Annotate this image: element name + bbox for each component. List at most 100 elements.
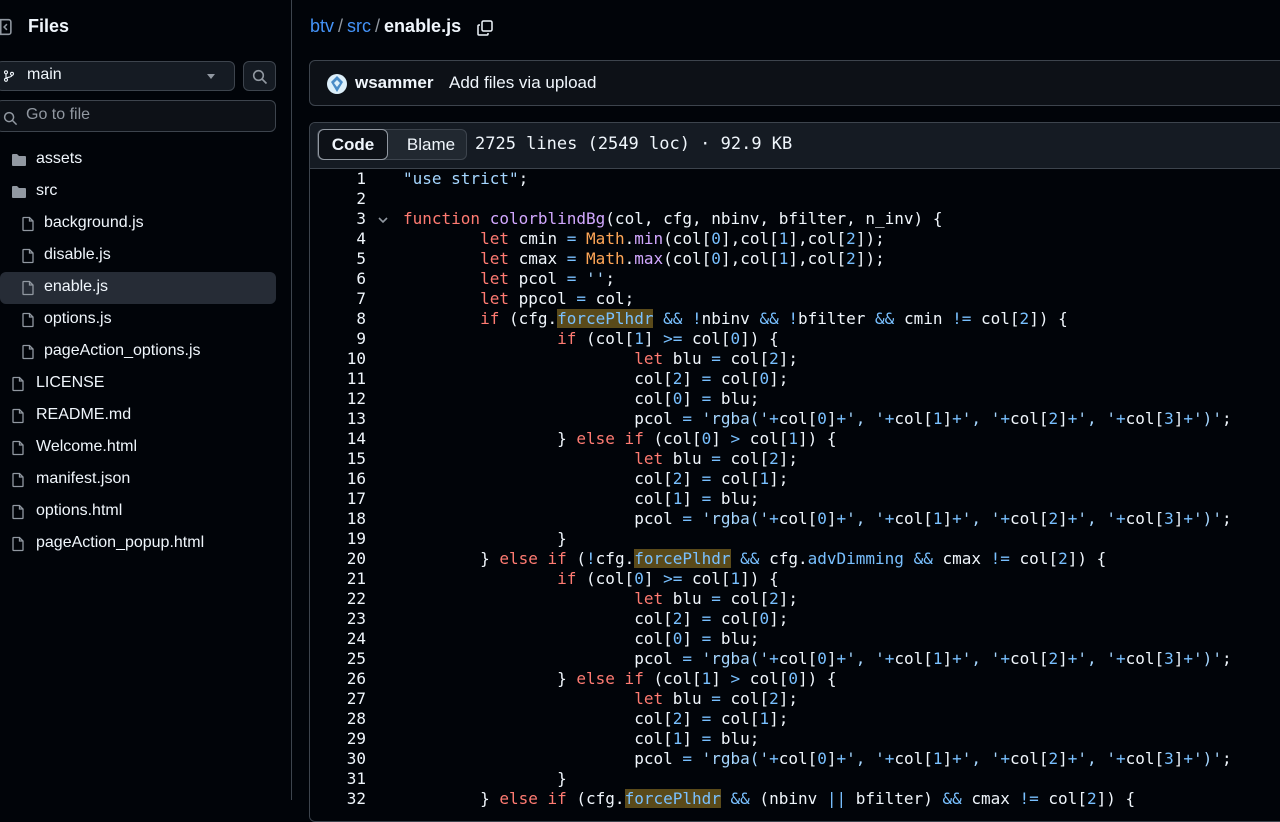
breadcrumb-current-file: enable.js — [384, 16, 462, 36]
code-line: 7 let ppcol = col; — [310, 289, 1280, 309]
line-number[interactable]: 23 — [310, 609, 366, 629]
code-line: 8 if (cfg.forcePlhdr && !nbinv && !bfilt… — [310, 309, 1280, 329]
code-view[interactable]: 1 "use strict"; 2 3 function colorblindBg(co… — [310, 169, 1280, 821]
line-number[interactable]: 5 — [310, 249, 366, 269]
line-number[interactable]: 1 — [310, 169, 366, 189]
line-number[interactable]: 2 — [310, 189, 366, 209]
tree-item-label: LICENSE — [36, 374, 105, 391]
tree-item-options-html[interactable]: options.html — [0, 496, 276, 528]
line-number[interactable]: 7 — [310, 289, 366, 309]
breadcrumb-folder-link[interactable]: src — [347, 16, 371, 36]
latest-commit-bar: wsammer Add files via upload — [309, 60, 1280, 106]
line-number[interactable]: 27 — [310, 689, 366, 709]
search-icon — [3, 111, 18, 126]
line-number[interactable]: 30 — [310, 749, 366, 769]
git-branch-icon — [3, 70, 15, 82]
code-line: 32 } else if (cfg.forcePlhdr && (nbinv |… — [310, 789, 1280, 809]
line-number[interactable]: 17 — [310, 489, 366, 509]
line-number[interactable]: 22 — [310, 589, 366, 609]
tab-blame[interactable]: Blame — [396, 130, 466, 159]
line-number[interactable]: 29 — [310, 729, 366, 749]
tab-code[interactable]: Code — [318, 129, 388, 160]
tree-item-pageaction-popup-html[interactable]: pageAction_popup.html — [0, 528, 276, 560]
sidebar-collapse-icon[interactable] — [0, 18, 12, 36]
code-text: let cmax = Math.max(col[0],col[1],col[2]… — [480, 249, 885, 268]
code-text: col[2] = col[1]; — [403, 709, 789, 728]
code-text: let cmin = Math.min(col[0],col[1],col[2]… — [480, 229, 885, 248]
go-to-file-placeholder: Go to file — [26, 106, 91, 123]
line-number[interactable]: 25 — [310, 649, 366, 669]
tree-item-label: options.js — [44, 310, 112, 327]
search-button[interactable] — [243, 61, 276, 91]
code-line: 3 function colorblindBg(col, cfg, nbinv, … — [310, 209, 1280, 229]
tree-item-enable-js[interactable]: enable.js — [0, 272, 276, 304]
line-number[interactable]: 24 — [310, 629, 366, 649]
code-line: 27 let blu = col[2]; — [310, 689, 1280, 709]
line-number[interactable]: 4 — [310, 229, 366, 249]
line-number[interactable]: 20 — [310, 549, 366, 569]
file-icon — [12, 536, 24, 552]
commit-author-link[interactable]: wsammer — [355, 73, 433, 93]
line-number[interactable]: 26 — [310, 669, 366, 689]
line-number[interactable]: 15 — [310, 449, 366, 469]
line-number[interactable]: 13 — [310, 409, 366, 429]
line-number[interactable]: 16 — [310, 469, 366, 489]
tree-item-assets[interactable]: assets — [0, 144, 276, 176]
code-text: pcol = 'rgba('+col[0]+', '+col[1]+', '+c… — [403, 409, 1232, 428]
commit-message-link[interactable]: Add files via upload — [449, 73, 596, 93]
tree-item-label: enable.js — [44, 278, 109, 295]
fold-chevron-down-icon[interactable] — [377, 214, 389, 226]
tree-item-label: manifest.json — [36, 470, 131, 487]
tree-item-background-js[interactable]: background.js — [0, 208, 276, 240]
code-text: col[0] = blu; — [403, 629, 760, 648]
line-number[interactable]: 31 — [310, 769, 366, 789]
folder-icon — [12, 186, 26, 198]
tree-item-pageaction-options-js[interactable]: pageAction_options.js — [0, 336, 276, 368]
go-to-file-input[interactable]: Go to file — [0, 100, 276, 132]
code-text: let blu = col[2]; — [634, 589, 798, 608]
tree-item-readme-md[interactable]: README.md — [0, 400, 276, 432]
code-line: 21 if (col[0] >= col[1]) { — [310, 569, 1280, 589]
tree-item-src[interactable]: src — [0, 176, 276, 208]
line-number[interactable]: 6 — [310, 269, 366, 289]
search-icon — [252, 69, 268, 85]
code-text: let blu = col[2]; — [634, 689, 798, 708]
copy-icon[interactable] — [477, 20, 493, 36]
code-line: 15 let blu = col[2]; — [310, 449, 1280, 469]
line-number[interactable]: 19 — [310, 529, 366, 549]
tree-item-label: disable.js — [44, 246, 111, 263]
tree-item-welcome-html[interactable]: Welcome.html — [0, 432, 276, 464]
line-number[interactable]: 18 — [310, 509, 366, 529]
code-line: 1 "use strict"; — [310, 169, 1280, 189]
file-tree-sidebar: Files main Go to file assets src backgroun… — [0, 0, 292, 800]
branch-selector[interactable]: main — [0, 61, 235, 91]
view-mode-segmented-control: Code Blame — [317, 129, 467, 160]
avatar[interactable] — [327, 74, 347, 94]
tree-item-disable-js[interactable]: disable.js — [0, 240, 276, 272]
file-tree: assets src background.js disable.js enable.j… — [0, 144, 292, 560]
code-text: let blu = col[2]; — [634, 449, 798, 468]
code-text: let blu = col[2]; — [634, 349, 798, 368]
line-number[interactable]: 9 — [310, 329, 366, 349]
file-icon — [22, 248, 34, 264]
line-number[interactable]: 28 — [310, 709, 366, 729]
code-line: 29 col[1] = blu; — [310, 729, 1280, 749]
tree-item-license[interactable]: LICENSE — [0, 368, 276, 400]
line-number[interactable]: 14 — [310, 429, 366, 449]
file-icon — [22, 344, 34, 360]
code-text: if (cfg.forcePlhdr && !nbinv && !bfilter… — [480, 309, 1068, 328]
tree-item-options-js[interactable]: options.js — [0, 304, 276, 336]
line-number[interactable]: 8 — [310, 309, 366, 329]
tree-item-manifest-json[interactable]: manifest.json — [0, 464, 276, 496]
file-icon — [22, 216, 34, 232]
line-number[interactable]: 11 — [310, 369, 366, 389]
line-number[interactable]: 10 — [310, 349, 366, 369]
line-number[interactable]: 3 — [310, 209, 366, 229]
line-number[interactable]: 12 — [310, 389, 366, 409]
sidebar-title: Files — [28, 16, 70, 36]
file-icon — [12, 408, 24, 424]
breadcrumb-repo-link[interactable]: btv — [310, 16, 334, 36]
line-number[interactable]: 21 — [310, 569, 366, 589]
folder-icon — [12, 154, 26, 166]
line-number[interactable]: 32 — [310, 789, 366, 809]
